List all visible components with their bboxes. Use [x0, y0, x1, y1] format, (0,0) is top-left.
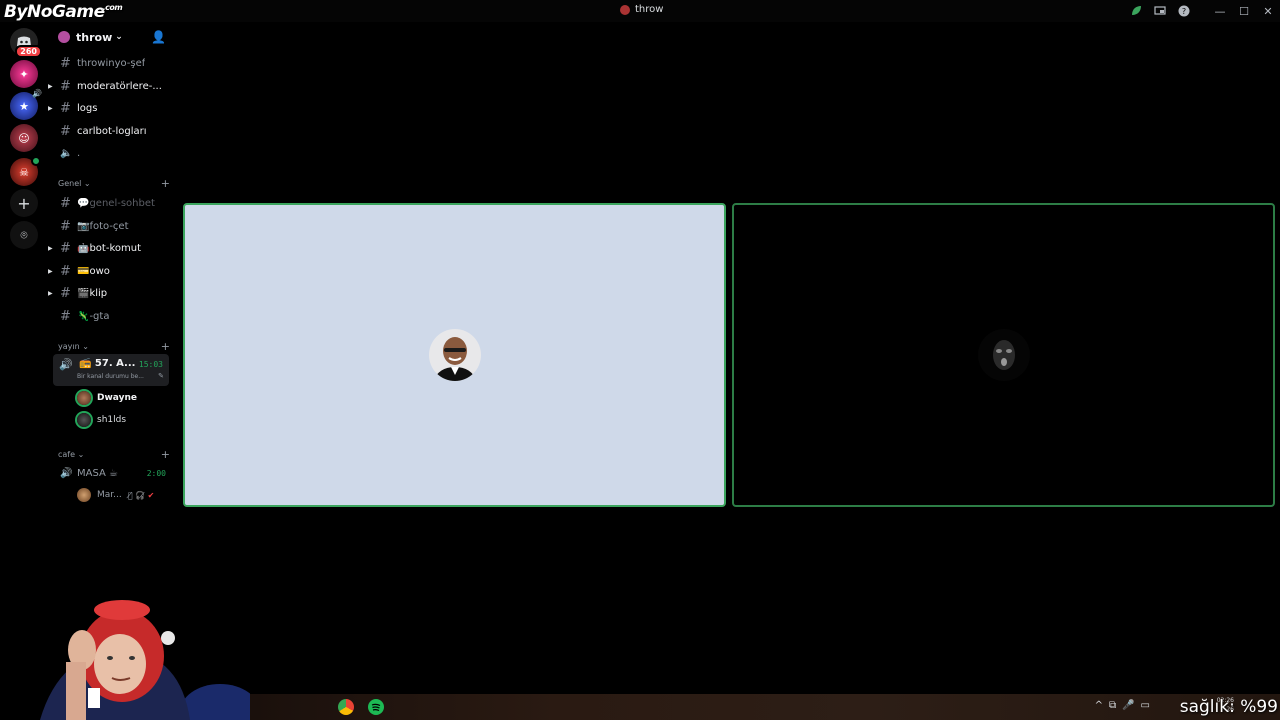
- hash-icon: #: [60, 100, 71, 116]
- spotify-icon[interactable]: [368, 699, 384, 715]
- server-rail: 260 ✦ ★ 🔊 ☺ ☠ + ⌾: [0, 22, 48, 512]
- speaker-icon: 🔊: [60, 467, 73, 479]
- window-titlebar: throw ? — ☐ ✕: [0, 0, 1280, 22]
- video-tile-sh1lds[interactable]: [732, 203, 1275, 507]
- server-icon: [620, 4, 630, 15]
- voice-timer: 15:03: [138, 360, 163, 369]
- screen-share-icon[interactable]: [1148, 0, 1172, 22]
- hash-icon: #: [60, 78, 71, 94]
- compass-icon[interactable]: ⌾: [10, 221, 38, 249]
- add-channel-icon[interactable]: +: [161, 448, 170, 461]
- invite-people-icon[interactable]: 👤: [151, 30, 166, 44]
- hash-icon: #: [60, 263, 71, 279]
- tray-app-icon[interactable]: ⧉: [1109, 700, 1116, 711]
- speaker-locked-icon: 🔈: [60, 147, 73, 159]
- chevron-down-icon: ⌄: [83, 179, 91, 188]
- channel-item[interactable]: ▶ # 🎬klip: [48, 283, 176, 303]
- hash-icon: #: [60, 123, 71, 139]
- caret-right-icon: ▶: [48, 289, 53, 297]
- caret-right-icon: ▶: [48, 82, 53, 90]
- add-server-icon[interactable]: +: [10, 189, 38, 217]
- hash-icon: #: [60, 55, 71, 71]
- voice-channel-cafe[interactable]: 🔊 MASA ☕ 2:00: [48, 463, 176, 483]
- guild-header[interactable]: throw ⌄ 👤: [48, 22, 176, 52]
- avatar: [77, 413, 91, 427]
- server-icon-1[interactable]: ✦: [10, 60, 38, 88]
- avatar: [77, 391, 91, 405]
- server-icon-2[interactable]: ★ 🔊: [10, 89, 42, 120]
- guild-icon: [58, 31, 70, 43]
- hash-icon: #: [60, 240, 71, 256]
- chevron-down-icon: ⌄: [77, 450, 85, 459]
- minimize-icon[interactable]: —: [1208, 0, 1232, 22]
- caret-right-icon: ▶: [48, 267, 53, 275]
- hash-icon: #: [60, 285, 71, 301]
- channel-item[interactable]: # throwinyo-şef: [48, 53, 176, 73]
- streamer-webcam: [0, 592, 260, 720]
- caret-right-icon: ▶: [48, 244, 53, 252]
- voice-channel-active[interactable]: 🔊 📻 57. A... 15:03 Bir kanal durumu be..…: [53, 354, 169, 386]
- chevron-up-icon[interactable]: ^: [1095, 700, 1103, 711]
- category-cafe[interactable]: cafe ⌄ +: [58, 448, 170, 461]
- windows-taskbar: ^ ⧉ 🎤 ▭ 02:26 26: [250, 694, 1280, 720]
- channel-item[interactable]: ▶ # 💳owo: [48, 261, 176, 281]
- channel-item[interactable]: # carlbot-logları: [48, 121, 176, 141]
- speaker-icon: 🔊: [59, 358, 73, 371]
- voice-user[interactable]: Mar... 🎙̸ 🎧̸ ✔: [77, 486, 154, 504]
- channel-item[interactable]: ▶ # 🤖bot-komut: [48, 238, 176, 258]
- display-icon[interactable]: ▭: [1141, 700, 1150, 711]
- category-yayin[interactable]: yayın ⌄ +: [58, 340, 170, 353]
- chevron-down-icon: ⌄: [115, 32, 123, 42]
- channel-item[interactable]: # 💬genel-sohbet: [48, 193, 176, 213]
- category-genel[interactable]: Genel ⌄ +: [58, 177, 170, 190]
- window-title: throw: [620, 4, 663, 15]
- avatar: [77, 488, 91, 502]
- channel-item[interactable]: # 📷foto-çet: [48, 216, 176, 236]
- mute-deafen-icons: 🎙̸ 🎧̸ ✔: [127, 490, 155, 500]
- avatar: [428, 329, 481, 381]
- speaker-icon: 🔊: [32, 89, 42, 98]
- help-icon[interactable]: ?: [1172, 0, 1196, 22]
- mention-badge: 260: [15, 45, 42, 58]
- voice-dot: [31, 156, 41, 166]
- server-icon-3[interactable]: ☺: [10, 124, 38, 152]
- channel-sidebar: throw ⌄ 👤 # throwinyo-şef ▶ # moderatörl…: [48, 22, 176, 512]
- system-tray: ^ ⧉ 🎤 ▭: [1095, 700, 1150, 711]
- server-icon-4[interactable]: ☠: [10, 156, 41, 186]
- microphone-icon[interactable]: 🎤: [1122, 700, 1134, 711]
- hash-icon: #: [60, 218, 71, 234]
- svg-text:?: ?: [1182, 7, 1186, 16]
- close-icon[interactable]: ✕: [1256, 0, 1280, 22]
- chrome-icon[interactable]: [338, 699, 354, 715]
- add-channel-icon[interactable]: +: [161, 177, 170, 190]
- voice-user[interactable]: Dwayne: [77, 389, 137, 407]
- channel-item[interactable]: ▶ # moderatörlere-...: [48, 76, 176, 96]
- discord-home-icon[interactable]: 260: [10, 28, 42, 58]
- voice-user[interactable]: sh1lds: [77, 411, 126, 429]
- watermark-logo: ByNoGame.com: [4, 2, 123, 22]
- hash-icon: #: [60, 308, 71, 324]
- channel-item[interactable]: 🔈 .: [48, 143, 176, 163]
- add-channel-icon[interactable]: +: [161, 340, 170, 353]
- channel-item[interactable]: # 🦎-gta: [48, 306, 176, 326]
- edit-pencil-icon[interactable]: ✎: [158, 372, 164, 380]
- maximize-icon[interactable]: ☐: [1232, 0, 1256, 22]
- video-tile-dwayne[interactable]: [183, 203, 726, 507]
- leaf-icon[interactable]: [1124, 0, 1148, 22]
- guild-name: throw: [76, 30, 113, 44]
- health-overlay-text: sağlık: %99: [1179, 697, 1278, 717]
- caret-right-icon: ▶: [48, 104, 53, 112]
- voice-timer: 2:00: [146, 468, 166, 478]
- avatar: [977, 329, 1030, 381]
- voice-status: Bir kanal durumu be...: [77, 373, 144, 380]
- channel-item[interactable]: ▶ # logs: [48, 98, 176, 118]
- hash-icon: #: [60, 195, 71, 211]
- chevron-down-icon: ⌄: [82, 342, 89, 351]
